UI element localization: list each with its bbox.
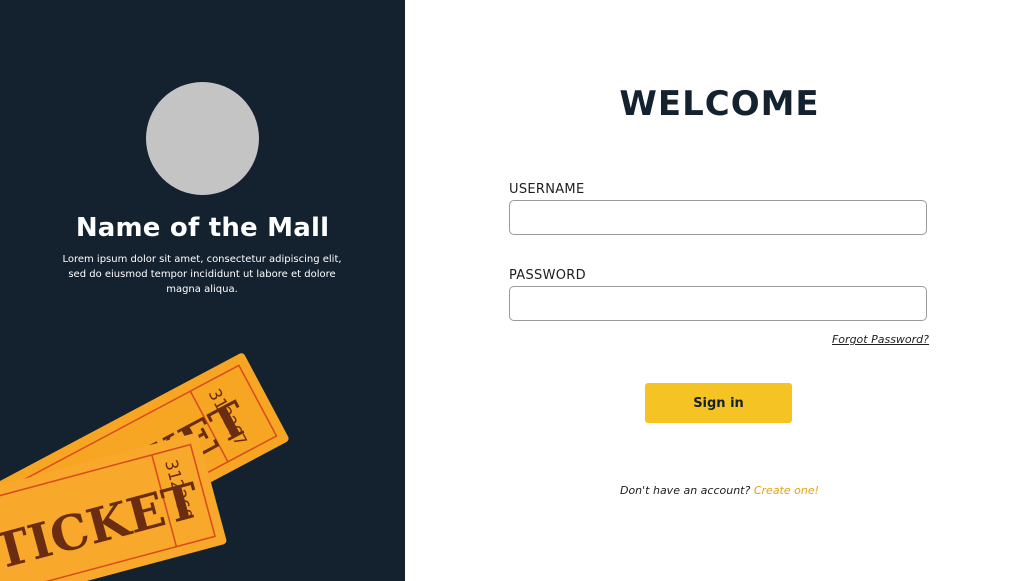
tickets-illustration: TICKET 312267 TICKET 312268: [0, 353, 289, 581]
mall-logo-placeholder: [146, 82, 259, 195]
mall-name: Name of the Mall: [75, 213, 330, 243]
create-account-link[interactable]: Create one!: [754, 484, 819, 497]
username-label: USERNAME: [509, 182, 585, 197]
no-account-text: Don't have an account?: [619, 484, 751, 497]
password-label: PASSWORD: [509, 268, 586, 283]
mall-description: Lorem ipsum dolor sit amet, consectetur …: [62, 254, 342, 295]
brand-panel: Name of the Mall Lorem ipsum dolor sit a…: [0, 0, 405, 581]
signup-prompt: Don't have an account? Create one!: [405, 484, 1034, 497]
password-input[interactable]: [509, 286, 927, 321]
sign-in-button[interactable]: Sign in: [645, 383, 792, 423]
login-panel: WELCOME USERNAME PASSWORD Forgot Passwor…: [405, 0, 1034, 581]
forgot-password-link[interactable]: Forgot Password?: [832, 333, 929, 346]
page-title: WELCOME: [619, 84, 820, 124]
username-input[interactable]: [509, 200, 927, 235]
